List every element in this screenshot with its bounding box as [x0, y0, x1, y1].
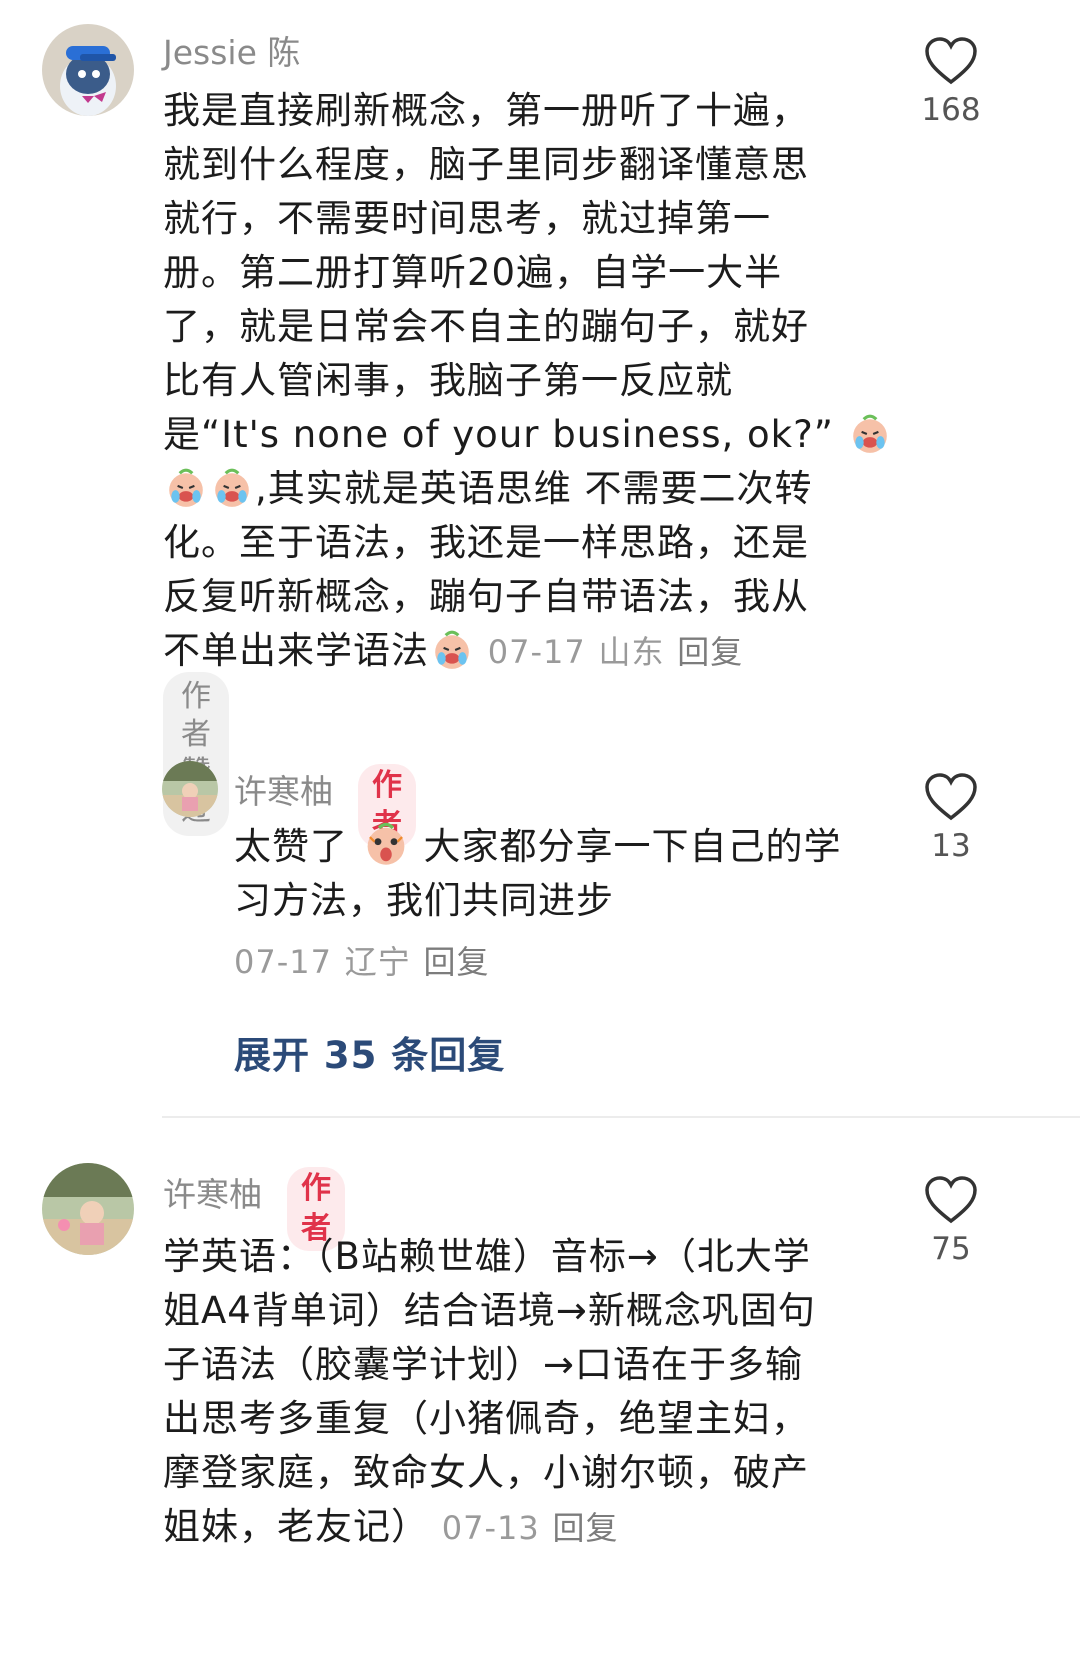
- like-count: 168: [921, 92, 981, 128]
- like-count: 75: [931, 1231, 971, 1267]
- comment-location: 山东: [598, 633, 665, 671]
- comment-location: 辽宁: [344, 943, 411, 981]
- comment-line: 就到什么程度，脑子里同步翻译懂意思: [163, 143, 809, 186]
- reply-button[interactable]: 回复: [553, 1509, 619, 1547]
- expand-replies-link[interactable]: 展开 35 条回复: [234, 1025, 505, 1079]
- comment-date: 07-17: [487, 633, 586, 671]
- like-button[interactable]: 168: [911, 36, 991, 128]
- comment-body: 我是直接刷新概念，第一册听了十遍， 就到什么程度，脑子里同步翻译懂意思 就行，不…: [163, 84, 887, 679]
- comment-line: 子语法（胶囊学计划）→口语在于多输: [163, 1343, 804, 1386]
- comment-line: 太赞了 大家都分享一下自己的学: [234, 820, 884, 874]
- user-avatar[interactable]: [162, 761, 218, 817]
- username[interactable]: 许寒柚: [234, 765, 333, 813]
- comment-date: 07-17: [234, 943, 332, 981]
- crying-laughing-emoji-icon: [849, 413, 891, 455]
- comment-line: 出思考多重复（小猪佩奇，绝望主妇，: [163, 1397, 809, 1440]
- comment-line: 学英语：（B站赖世雄）音标→（北大学: [163, 1235, 811, 1278]
- shocked-emoji-icon: [363, 821, 409, 867]
- comment-text: 不单出来学语法: [163, 629, 429, 672]
- comment-body: 太赞了 大家都分享一下自己的学 习方法，我们共同进步 07-17 辽宁 回复: [234, 820, 884, 989]
- comment-line: 姐A4背单词）结合语境→新概念巩固句: [163, 1289, 816, 1332]
- heart-outline-icon: [925, 1176, 977, 1224]
- comment-line: ,其实就是英语思维 不需要二次转: [163, 462, 883, 516]
- heart-outline-icon: [925, 773, 977, 821]
- comment-line: 是“It's none of your business, ok?”: [163, 408, 887, 462]
- comment-line: 化。至于语法，我还是一样思路，还是: [163, 521, 809, 564]
- comment-date: 07-13: [441, 1509, 540, 1547]
- like-button[interactable]: 13: [911, 772, 991, 864]
- user-avatar[interactable]: [42, 24, 134, 116]
- comment-line: 不单出来学语法 07-17 山东 回复: [163, 624, 883, 679]
- comment-line: 册。第二册打算听20遍，自学一大半: [163, 251, 783, 294]
- comment-text: 太赞了: [234, 825, 348, 868]
- crying-laughing-emoji-icon: [211, 467, 253, 509]
- comment-text: ,其实就是英语思维 不需要二次转: [255, 467, 813, 510]
- comment-text: 是“It's none of your business, ok?”: [163, 413, 834, 456]
- crying-laughing-emoji-icon: [165, 467, 207, 509]
- comment-line: 姐妹，老友记） 07-13 回复: [163, 1500, 883, 1555]
- comment-line: 习方法，我们共同进步: [234, 879, 614, 922]
- comment-body: 学英语：（B站赖世雄）音标→（北大学 姐A4背单词）结合语境→新概念巩固句 子语…: [163, 1230, 883, 1555]
- comment-line: 反复听新概念，蹦句子自带语法，我从: [163, 575, 809, 618]
- username[interactable]: 许寒柚: [163, 1168, 262, 1216]
- like-button[interactable]: 75: [911, 1175, 991, 1267]
- comment-line: 摩登家庭，致命女人，小谢尔顿，破产: [163, 1451, 809, 1494]
- comment-line: 了，就是日常会不自主的蹦句子，就好: [163, 305, 809, 348]
- comment-line: 就行，不需要时间思考，就过掉第一: [163, 197, 771, 240]
- reply-button[interactable]: 回复: [677, 633, 743, 671]
- like-count: 13: [931, 828, 971, 864]
- crying-laughing-emoji-icon: [431, 629, 473, 671]
- username[interactable]: Jessie 陈: [163, 26, 300, 74]
- comment-line: 我是直接刷新概念，第一册听了十遍，: [163, 89, 809, 132]
- comment-meta: 07-17 辽宁 回复: [234, 934, 884, 989]
- heart-outline-icon: [925, 37, 977, 85]
- divider: [162, 1116, 1080, 1118]
- user-avatar[interactable]: [42, 1163, 134, 1255]
- reply-button[interactable]: 回复: [424, 943, 490, 981]
- comment-text: 大家都分享一下自己的学: [423, 825, 842, 868]
- comment-line: 比有人管闲事，我脑子第一反应就: [163, 359, 733, 402]
- comment-text: 姐妹，老友记）: [163, 1505, 429, 1548]
